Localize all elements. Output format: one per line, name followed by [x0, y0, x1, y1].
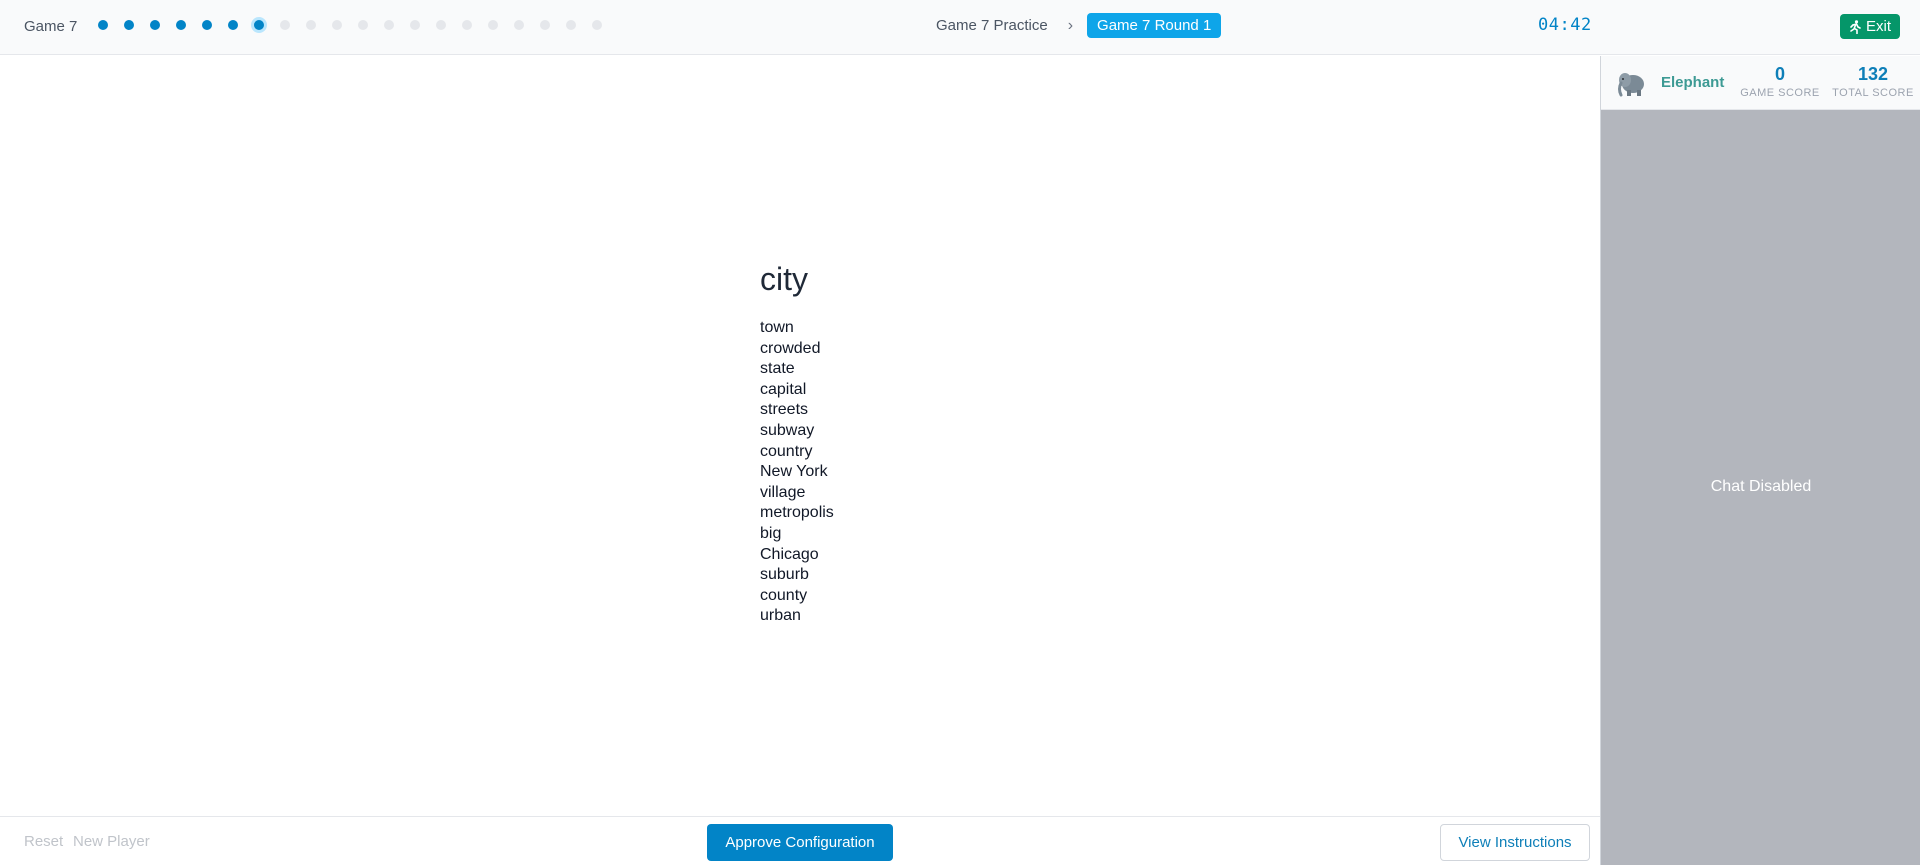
- association-list: town crowded state capital streets subway coun…: [760, 318, 834, 627]
- association-word: streets: [760, 401, 809, 419]
- chat-status: Chat Disabled: [1710, 478, 1812, 495]
- progress-dot: [228, 20, 238, 30]
- progress-dot: [462, 20, 472, 30]
- game-score-value: 0: [1774, 64, 1785, 84]
- progress-dot: [176, 20, 186, 30]
- association-word: subway: [760, 421, 815, 439]
- bottom-bar: Reset New Player Approve Configuration V…: [0, 816, 1600, 865]
- top-bar: Game 7 Game 7 Practice › Game 7 Round 1 …: [0, 0, 1920, 55]
- sidebar: Elephant 0 GAME SCORE 132 TOTAL SCORE Ch…: [1600, 56, 1920, 865]
- progress-dot: [488, 20, 498, 30]
- total-score: 132 TOTAL SCORE: [1827, 64, 1919, 99]
- association-word: village: [760, 483, 806, 501]
- running-person-icon: [1850, 19, 1861, 34]
- association-word: county: [760, 586, 808, 604]
- player-panel: Elephant 0 GAME SCORE 132 TOTAL SCORE: [1601, 56, 1920, 110]
- progress-dot: [280, 20, 290, 30]
- progress-dot: [592, 20, 602, 30]
- association-word: country: [760, 442, 813, 460]
- elephant-icon: [1618, 73, 1644, 97]
- progress-dot: [436, 20, 446, 30]
- chevron-right-icon: ›: [1067, 16, 1074, 34]
- countdown-timer: 04:42: [1538, 15, 1592, 35]
- progress-dot: [566, 20, 576, 30]
- breadcrumb: Game 7 Practice › Game 7 Round 1: [936, 13, 1222, 38]
- association-word: metropolis: [760, 504, 834, 522]
- association-word: capital: [760, 380, 807, 398]
- total-score-label: TOTAL SCORE: [1832, 87, 1914, 99]
- breadcrumb-parent: Game 7 Practice: [936, 17, 1048, 34]
- association-word: Chicago: [760, 545, 819, 563]
- association-word: crowded: [760, 339, 821, 357]
- progress-dot: [306, 20, 316, 30]
- approve-configuration-button[interactable]: Approve Configuration: [707, 824, 893, 861]
- reset-link[interactable]: Reset: [24, 833, 63, 850]
- association-word: urban: [760, 607, 801, 625]
- progress-dot: [254, 20, 264, 30]
- game-score: 0 GAME SCORE: [1737, 64, 1823, 99]
- progress-dot: [514, 20, 524, 30]
- game-area: city town crowded state capital streets subwa…: [0, 56, 1600, 816]
- progress-dot: [124, 20, 134, 30]
- breadcrumb-current: Game 7 Round 1: [1087, 13, 1222, 38]
- game-score-label: GAME SCORE: [1740, 87, 1820, 99]
- progress-dots: [98, 20, 618, 30]
- progress-dot: [410, 20, 420, 30]
- progress-dot: [332, 20, 342, 30]
- game-label: Game 7: [24, 18, 78, 35]
- progress-dot: [150, 20, 160, 30]
- progress-dot: [98, 20, 108, 30]
- progress-dot: [540, 20, 550, 30]
- exit-button[interactable]: Exit: [1840, 14, 1901, 39]
- new-player-link[interactable]: New Player: [73, 833, 150, 850]
- association-word: town: [760, 319, 794, 336]
- exit-label: Exit: [1866, 18, 1892, 35]
- progress-dot: [384, 20, 394, 30]
- player-name: Elephant: [1661, 74, 1725, 91]
- association-word: suburb: [760, 566, 809, 584]
- association-word: state: [760, 360, 795, 378]
- total-score-value: 132: [1857, 64, 1889, 84]
- association-word: big: [760, 524, 782, 542]
- progress-dot: [202, 20, 212, 30]
- view-instructions-button[interactable]: View Instructions: [1440, 824, 1590, 861]
- progress-dot: [358, 20, 368, 30]
- association-word: New York: [760, 463, 828, 481]
- word-association-block: city town crowded state capital streets subwa…: [760, 261, 834, 627]
- target-word: city: [760, 261, 808, 297]
